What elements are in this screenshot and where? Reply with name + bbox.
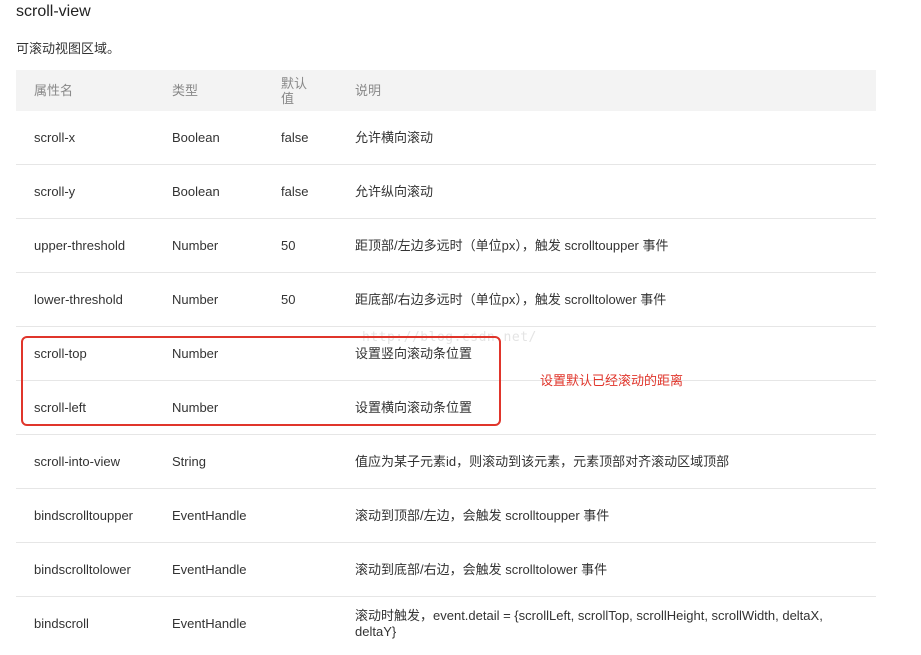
attr-type: EventHandle bbox=[172, 615, 247, 631]
attr-default bbox=[281, 597, 355, 651]
attr-default bbox=[281, 488, 355, 543]
header-name: 属性名 bbox=[16, 70, 172, 111]
attr-desc: 值应为某子元素id，则滚动到该元素，元素顶部对齐滚动区域顶部 bbox=[355, 434, 876, 489]
table-row: lower-threshold Number 50 距底部/右边多远时（单位px… bbox=[16, 272, 876, 327]
attr-default: 50 bbox=[281, 272, 355, 327]
attr-name: bindscroll bbox=[34, 615, 89, 631]
attr-default: false bbox=[281, 111, 355, 165]
attr-name: lower-threshold bbox=[16, 272, 172, 327]
attr-desc: 允许纵向滚动 bbox=[355, 164, 876, 219]
attr-type: String bbox=[172, 434, 281, 489]
attr-type: Number bbox=[172, 272, 281, 327]
attr-desc: 滚动到底部/右边，会触发 scrolltolower 事件 bbox=[355, 542, 876, 597]
page-title: scroll-view bbox=[16, 3, 91, 20]
attr-desc: 滚动到顶部/左边，会触发 scrolltoupper 事件 bbox=[355, 488, 876, 543]
attr-default: false bbox=[281, 164, 355, 219]
attr-name: bindscrolltolower bbox=[16, 542, 172, 597]
table-row: upper-threshold Number 50 距顶部/左边多远时（单位px… bbox=[16, 218, 876, 273]
header-default-label: 默认 值 bbox=[281, 75, 308, 106]
table-row: scroll-y Boolean false 允许纵向滚动 bbox=[16, 164, 876, 219]
attr-name: bindscrolltoupper bbox=[16, 488, 172, 543]
header-default: 默认 值 bbox=[281, 70, 355, 111]
attr-desc: 允许横向滚动 bbox=[355, 111, 876, 165]
attr-name: scroll-into-view bbox=[16, 434, 172, 489]
attr-name: upper-threshold bbox=[16, 218, 172, 273]
attr-default: 50 bbox=[281, 218, 355, 273]
table-row: bindscrolltoupper EventHandle 滚动到顶部/左边，会… bbox=[16, 488, 876, 543]
attr-name: scroll-x bbox=[16, 111, 172, 165]
table-row: bindscroll EventHandle 滚动时触发，event.detai… bbox=[16, 597, 876, 651]
table-row: bindscrolltolower EventHandle 滚动到底部/右边，会… bbox=[16, 542, 876, 597]
attr-desc: 滚动时触发，event.detail = {scrollLeft, scroll… bbox=[355, 607, 823, 639]
attr-type: EventHandle bbox=[172, 488, 281, 543]
attr-type: EventHandle bbox=[172, 542, 281, 597]
highlight-box bbox=[21, 336, 501, 426]
page-description: 可滚动视图区域。 bbox=[16, 41, 121, 56]
attr-desc: 距顶部/左边多远时（单位px），触发 scrolltoupper 事件 bbox=[355, 218, 876, 273]
attr-default bbox=[281, 434, 355, 489]
attr-name: scroll-y bbox=[16, 164, 172, 219]
header-type: 类型 bbox=[172, 70, 281, 111]
annotation-note: 设置默认已经滚动的距离 bbox=[540, 373, 684, 388]
attr-type: Number bbox=[172, 218, 281, 273]
attr-type: Boolean bbox=[172, 111, 281, 165]
header-description: 说明 bbox=[355, 70, 876, 111]
table-row: scroll-x Boolean false 允许横向滚动 bbox=[16, 111, 876, 165]
table-row: scroll-into-view String 值应为某子元素id，则滚动到该元… bbox=[16, 434, 876, 489]
attr-desc: 距底部/右边多远时（单位px），触发 scrolltolower 事件 bbox=[355, 272, 876, 327]
attr-default bbox=[281, 542, 355, 597]
table-header-row: 属性名 类型 默认 值 说明 bbox=[16, 70, 876, 111]
attr-type: Boolean bbox=[172, 164, 281, 219]
